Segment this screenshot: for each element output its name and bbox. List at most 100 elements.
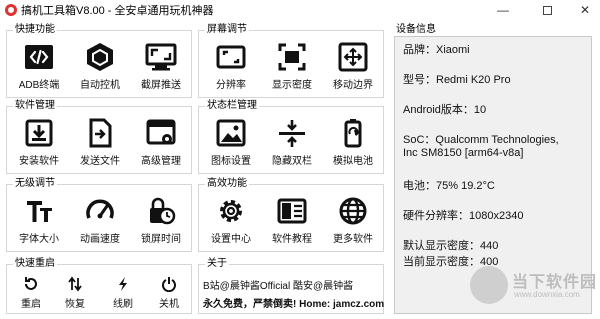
group-title-quick: 快捷功能 bbox=[13, 24, 57, 36]
code-icon bbox=[23, 41, 55, 73]
tutorial-icon bbox=[276, 195, 308, 227]
group-title-statusbar: 状态栏管理 bbox=[205, 100, 259, 112]
font-size-label: 字体大小 bbox=[19, 234, 59, 245]
restart-label: 重启 bbox=[21, 299, 41, 310]
app-logo-icon bbox=[5, 4, 17, 16]
hexagon-icon bbox=[84, 41, 116, 73]
flash-button[interactable]: 线刷 bbox=[103, 275, 143, 310]
screenshot-push-label: 截屏推送 bbox=[141, 80, 181, 91]
recovery-button[interactable]: 恢复 bbox=[55, 275, 95, 310]
info-android-version: Android版本：10 bbox=[403, 104, 487, 116]
simulate-battery-label: 模拟电池 bbox=[333, 156, 373, 167]
lock-screen-time-button[interactable]: 锁屏时间 bbox=[131, 195, 191, 245]
group-stepless-adjust: 无级调节 字体大小 动画速度 锁屏时间 bbox=[6, 178, 192, 252]
group-efficient-functions: 高效功能 设置中心 软件教程 更多软件 bbox=[198, 178, 384, 252]
resolution-button[interactable]: 分辨率 bbox=[201, 41, 261, 91]
lock-clock-icon bbox=[145, 195, 177, 227]
more-software-label: 更多软件 bbox=[333, 234, 373, 245]
group-quick-functions: 快捷功能 ADB终端 自动控机 截屏推送 bbox=[6, 24, 192, 98]
resolution-icon bbox=[215, 41, 247, 73]
software-tutorial-button[interactable]: 软件教程 bbox=[262, 195, 322, 245]
power-icon bbox=[160, 275, 178, 293]
density-icon bbox=[276, 41, 308, 73]
move-border-button[interactable]: 移动边界 bbox=[323, 41, 383, 91]
hide-double-bar-label: 隐藏双栏 bbox=[272, 156, 312, 167]
hide-double-bar-button[interactable]: 隐藏双栏 bbox=[262, 117, 322, 167]
simulate-battery-button[interactable]: 模拟电池 bbox=[323, 117, 383, 167]
info-soc-line2: Inc SM8150 [arm64-v8a] bbox=[403, 147, 524, 159]
group-quick-reboot: 快速重启 重启 恢复 线刷 关机 bbox=[6, 258, 192, 314]
info-battery: 电池：75% 19.2°C bbox=[403, 180, 495, 192]
adb-terminal-button[interactable]: ADB终端 bbox=[9, 41, 69, 91]
lock-screen-time-label: 锁屏时间 bbox=[141, 234, 181, 245]
maximize-icon bbox=[542, 5, 552, 15]
info-hardware-resolution: 硬件分辨率：1080x2340 bbox=[403, 210, 524, 222]
adb-terminal-label: ADB终端 bbox=[18, 80, 60, 91]
about-social: B站@晨钟酱Official 酷安@晨钟酱 bbox=[203, 281, 354, 292]
power-off-button[interactable]: 关机 bbox=[149, 275, 189, 310]
about-homepage: 永久免费，严禁倒卖! Home: jamcz.com bbox=[203, 299, 385, 310]
hide-bar-icon bbox=[276, 117, 308, 149]
animation-speed-label: 动画速度 bbox=[80, 234, 120, 245]
restart-button[interactable]: 重启 bbox=[11, 275, 51, 310]
settings-center-label: 设置中心 bbox=[211, 234, 251, 245]
font-size-icon bbox=[23, 195, 55, 227]
watermark-url: www.downxia.com bbox=[514, 290, 580, 299]
advanced-manage-label: 高级管理 bbox=[141, 156, 181, 167]
group-about: 关于 B站@晨钟酱Official 酷安@晨钟酱 永久免费，严禁倒卖! Home… bbox=[198, 258, 385, 314]
send-file-button[interactable]: 发送文件 bbox=[70, 117, 130, 167]
watermark: 当下软件园 www.downxia.com bbox=[470, 262, 598, 314]
close-button[interactable]: ✕ bbox=[568, 0, 600, 20]
watermark-logo-icon bbox=[470, 266, 508, 304]
group-statusbar-manage: 状态栏管理 图标设置 隐藏双栏 模拟电池 bbox=[198, 100, 384, 174]
send-file-label: 发送文件 bbox=[80, 156, 120, 167]
window-title: 搞机工具箱V8.00 - 全安卓通用玩机神器 bbox=[21, 5, 214, 17]
power-off-label: 关机 bbox=[159, 299, 179, 310]
info-brand: 品牌：Xiaomi bbox=[403, 44, 470, 56]
auto-control-label: 自动控机 bbox=[80, 80, 120, 91]
battery-icon bbox=[337, 117, 369, 149]
install-software-button[interactable]: 安装软件 bbox=[9, 117, 69, 167]
auto-control-button[interactable]: 自动控机 bbox=[70, 41, 130, 91]
group-title-software: 软件管理 bbox=[13, 100, 57, 112]
resolution-label: 分辨率 bbox=[216, 80, 246, 91]
group-title-screen: 屏幕调节 bbox=[205, 24, 249, 36]
software-tutorial-label: 软件教程 bbox=[272, 234, 312, 245]
group-title-wireless: 无级调节 bbox=[13, 178, 57, 190]
icon-settings-button[interactable]: 图标设置 bbox=[201, 117, 261, 167]
minimize-icon: — bbox=[497, 3, 509, 17]
move-border-icon bbox=[337, 41, 369, 73]
group-title-reboot: 快速重启 bbox=[13, 258, 57, 270]
group-software-manage: 软件管理 安装软件 发送文件 高级管理 bbox=[6, 100, 192, 174]
icon-settings-label: 图标设置 bbox=[211, 156, 251, 167]
advanced-manage-button[interactable]: 高级管理 bbox=[131, 117, 191, 167]
info-soc-line1: SoC：Qualcomm Technologies, bbox=[403, 134, 559, 146]
info-model: 型号：Redmi K20 Pro bbox=[403, 74, 511, 86]
image-icon bbox=[215, 117, 247, 149]
flash-icon bbox=[114, 275, 132, 293]
maximize-button[interactable] bbox=[530, 0, 564, 20]
screenshot-push-button[interactable]: 截屏推送 bbox=[131, 41, 191, 91]
settings-center-button[interactable]: 设置中心 bbox=[201, 195, 261, 245]
minimize-button[interactable]: — bbox=[486, 0, 520, 20]
speedometer-icon bbox=[84, 195, 116, 227]
recovery-label: 恢复 bbox=[65, 299, 85, 310]
install-icon bbox=[23, 117, 55, 149]
display-density-label: 显示密度 bbox=[272, 80, 312, 91]
info-default-density: 默认显示密度：440 bbox=[403, 240, 499, 252]
group-title-device-info: 设备信息 bbox=[394, 24, 438, 36]
install-software-label: 安装软件 bbox=[19, 156, 59, 167]
group-title-advanced: 高效功能 bbox=[205, 178, 249, 190]
globe-icon bbox=[337, 195, 369, 227]
display-density-button[interactable]: 显示密度 bbox=[262, 41, 322, 91]
font-size-button[interactable]: 字体大小 bbox=[9, 195, 69, 245]
watermark-text: 当下软件园 bbox=[512, 274, 598, 291]
animation-speed-button[interactable]: 动画速度 bbox=[70, 195, 130, 245]
flash-label: 线刷 bbox=[113, 299, 133, 310]
gear-icon bbox=[215, 195, 247, 227]
group-screen-adjust: 屏幕调节 分辨率 显示密度 移动边界 bbox=[198, 24, 384, 98]
restart-icon bbox=[22, 275, 40, 293]
more-software-button[interactable]: 更多软件 bbox=[323, 195, 383, 245]
advanced-manage-icon bbox=[145, 117, 177, 149]
close-icon: ✕ bbox=[579, 3, 591, 17]
